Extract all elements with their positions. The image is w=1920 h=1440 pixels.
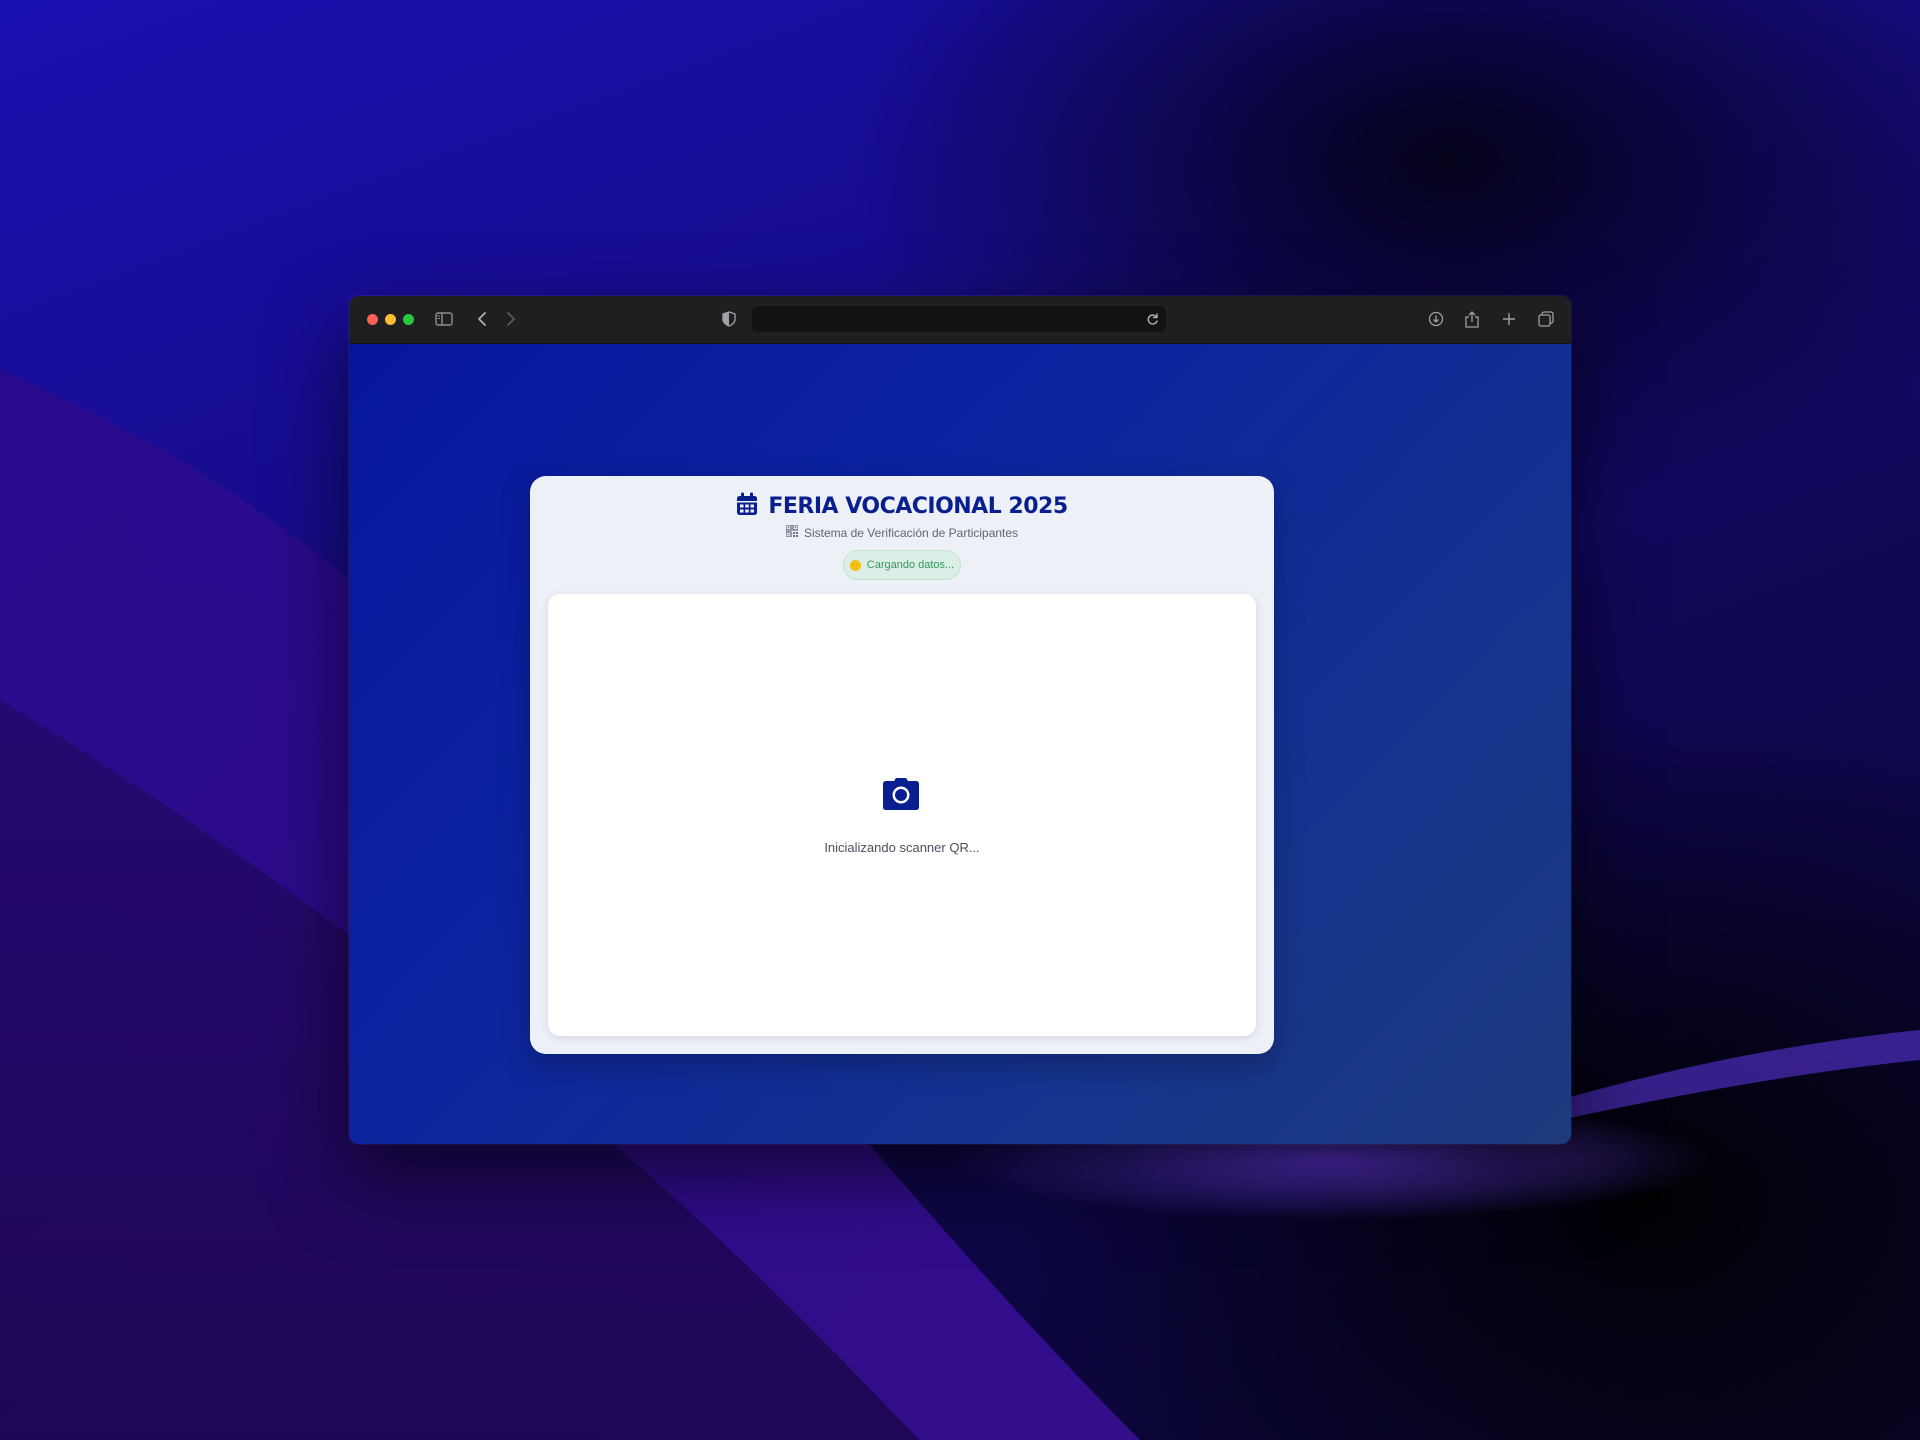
share-icon[interactable]	[1459, 306, 1485, 332]
tab-overview-icon[interactable]	[1533, 306, 1559, 332]
minimize-window-button[interactable]	[385, 314, 396, 325]
address-bar[interactable]	[752, 306, 1166, 332]
download-icon[interactable]	[1423, 306, 1449, 332]
app-card: FERIA VOCACIONAL 2025 Sistema de Verific…	[530, 476, 1274, 1054]
subtitle-row: Sistema de Verificación de Participantes	[530, 524, 1274, 542]
browser-toolbar	[349, 296, 1571, 344]
calendar-icon	[736, 492, 758, 521]
zoom-window-button[interactable]	[403, 314, 414, 325]
chevron-right-icon[interactable]	[498, 306, 524, 332]
header: FERIA VOCACIONAL 2025	[530, 492, 1274, 521]
page-subtitle: Sistema de Verificación de Participantes	[803, 526, 1019, 540]
scanner-status-text: Inicializando scanner QR...	[824, 840, 980, 855]
status-badge: Cargando datos...	[843, 550, 961, 580]
status-dot	[849, 559, 861, 571]
page-title: FERIA VOCACIONAL 2025	[768, 494, 1068, 519]
page-viewport: FERIA VOCACIONAL 2025 Sistema de Verific…	[349, 344, 1571, 1144]
reload-icon[interactable]	[1140, 306, 1164, 332]
qrcode-icon	[785, 524, 799, 542]
status-text: Cargando datos...	[866, 559, 955, 571]
close-window-button[interactable]	[367, 314, 378, 325]
browser-window: FERIA VOCACIONAL 2025 Sistema de Verific…	[349, 296, 1571, 1144]
chevron-left-icon[interactable]	[469, 306, 495, 332]
camera-icon	[881, 777, 921, 816]
shield-icon[interactable]	[716, 306, 742, 332]
plus-icon[interactable]	[1496, 306, 1522, 332]
sidebar-icon[interactable]	[431, 306, 457, 332]
qr-scanner-panel[interactable]: Inicializando scanner QR...	[548, 594, 1256, 1036]
